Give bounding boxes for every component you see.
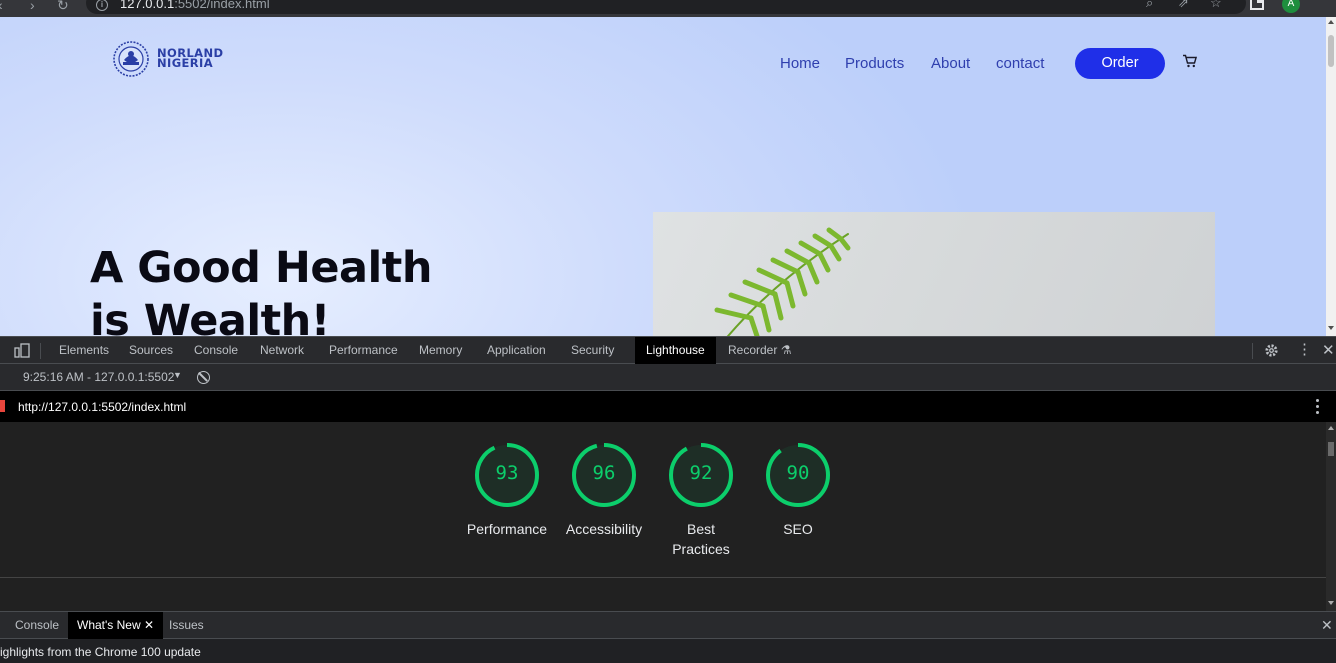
lighthouse-report: 93 Performance 96 Accessibility 92 Best … xyxy=(0,422,1326,611)
score-gauge-seo[interactable]: 90 SEO xyxy=(743,442,853,539)
page-scroll-thumb[interactable] xyxy=(1328,35,1334,67)
score-label: Accessibility xyxy=(565,521,643,537)
report-divider xyxy=(0,577,1326,578)
tab-lighthouse[interactable]: Lighthouse xyxy=(635,337,716,364)
tab-elements[interactable]: Elements xyxy=(59,337,109,364)
report-url[interactable]: http://127.0.0.1:5502/index.html xyxy=(18,400,186,414)
tab-recorder[interactable]: Recorder ⚗ xyxy=(728,337,791,364)
logo-seal-icon xyxy=(113,41,149,77)
device-toolbar-icon[interactable] xyxy=(14,343,30,359)
nav-contact[interactable]: contact xyxy=(996,55,1044,72)
logo-text: NORLAND NIGERIA xyxy=(157,46,224,70)
search-icon[interactable]: ⌕ xyxy=(1146,0,1153,11)
lighthouse-logo-icon xyxy=(0,400,5,412)
score-label: SEO xyxy=(783,521,813,537)
report-scrollbar[interactable] xyxy=(1326,422,1336,611)
website-viewport: NORLAND NIGERIA Home Products About cont… xyxy=(0,17,1326,336)
devtools-tabbar: Elements Sources Console Network Perform… xyxy=(0,336,1336,364)
norland-logo[interactable]: NORLAND NIGERIA xyxy=(112,40,237,80)
report-url-bar: http://127.0.0.1:5502/index.html xyxy=(0,391,1336,422)
drawer-tab-issues[interactable]: Issues xyxy=(169,612,204,639)
nav-products[interactable]: Products xyxy=(845,55,904,72)
fern-leaf-icon xyxy=(714,227,851,336)
hero-heading: A Good Health is Wealth! xyxy=(90,243,432,336)
tab-console[interactable]: Console xyxy=(194,337,238,364)
report-menu-icon[interactable] xyxy=(1316,399,1320,415)
tab-application[interactable]: Application xyxy=(487,337,546,364)
score-value: 93 xyxy=(495,462,519,484)
tab-security[interactable]: Security xyxy=(571,337,614,364)
nav-about[interactable]: About xyxy=(931,55,970,72)
score-gauge-performance[interactable]: 93 Performance xyxy=(452,442,562,539)
nav-home[interactable]: Home xyxy=(780,55,820,72)
drawer-tabbar: Console What's New ✕ Issues ✕ xyxy=(0,611,1336,639)
close-tab-icon[interactable]: ✕ xyxy=(144,618,154,632)
address-bar[interactable]: i 127.0.0.1:5502/index.html ⌕ ⇗ ☆ xyxy=(86,0,1246,14)
address-url[interactable]: 127.0.0.1:5502/index.html xyxy=(120,0,270,11)
tab-network[interactable]: Network xyxy=(260,337,304,364)
report-session-select[interactable]: 9:25:16 AM - 127.0.0.1:5502 xyxy=(23,370,174,384)
browser-toolbar: ‹ › ↻ i 127.0.0.1:5502/index.html ⌕ ⇗ ☆ … xyxy=(0,0,1336,17)
chevron-down-icon[interactable]: ▼ xyxy=(173,370,182,380)
share-icon[interactable]: ⇗ xyxy=(1178,0,1189,11)
clear-reports-icon[interactable] xyxy=(197,371,210,384)
forward-icon[interactable]: › xyxy=(30,0,35,13)
site-info-icon[interactable]: i xyxy=(96,0,108,11)
back-icon[interactable]: ‹ xyxy=(0,0,3,13)
score-gauge-accessibility[interactable]: 96 Accessibility xyxy=(549,442,659,539)
bookmark-star-icon[interactable]: ☆ xyxy=(1210,0,1222,11)
hero-fern-image xyxy=(653,212,1215,336)
close-devtools-icon[interactable]: ✕ xyxy=(1322,341,1335,359)
tab-memory[interactable]: Memory xyxy=(419,337,462,364)
profile-avatar[interactable]: A xyxy=(1282,0,1300,13)
flask-icon: ⚗ xyxy=(780,343,792,357)
report-scroll-thumb[interactable] xyxy=(1328,442,1334,456)
order-button[interactable]: Order xyxy=(1075,48,1165,79)
score-value: 90 xyxy=(786,462,810,484)
cart-icon[interactable] xyxy=(1182,54,1198,68)
page-scrollbar[interactable] xyxy=(1326,17,1336,336)
tab-sources[interactable]: Sources xyxy=(129,337,173,364)
drawer-tab-whats-new[interactable]: What's New ✕ xyxy=(68,612,164,639)
score-label: Best Practices xyxy=(672,521,730,557)
reload-icon[interactable]: ↻ xyxy=(57,0,69,13)
drawer-tab-console[interactable]: Console xyxy=(15,612,59,639)
extension-icon[interactable] xyxy=(1250,0,1264,10)
score-value: 96 xyxy=(592,462,616,484)
score-gauge-best-practices[interactable]: 92 Best Practices xyxy=(646,442,756,559)
lighthouse-toolbar: 9:25:16 AM - 127.0.0.1:5502 ▼ xyxy=(0,364,1336,391)
score-label: Performance xyxy=(466,521,548,537)
more-options-icon[interactable]: ⋮ xyxy=(1297,340,1312,358)
whats-new-panel: ighlights from the Chrome 100 update xyxy=(0,639,1336,663)
score-value: 92 xyxy=(689,462,713,484)
close-drawer-icon[interactable]: ✕ xyxy=(1321,612,1333,639)
settings-gear-icon[interactable] xyxy=(1264,343,1279,358)
whats-new-heading: ighlights from the Chrome 100 update xyxy=(0,645,201,659)
tab-performance[interactable]: Performance xyxy=(329,337,398,364)
